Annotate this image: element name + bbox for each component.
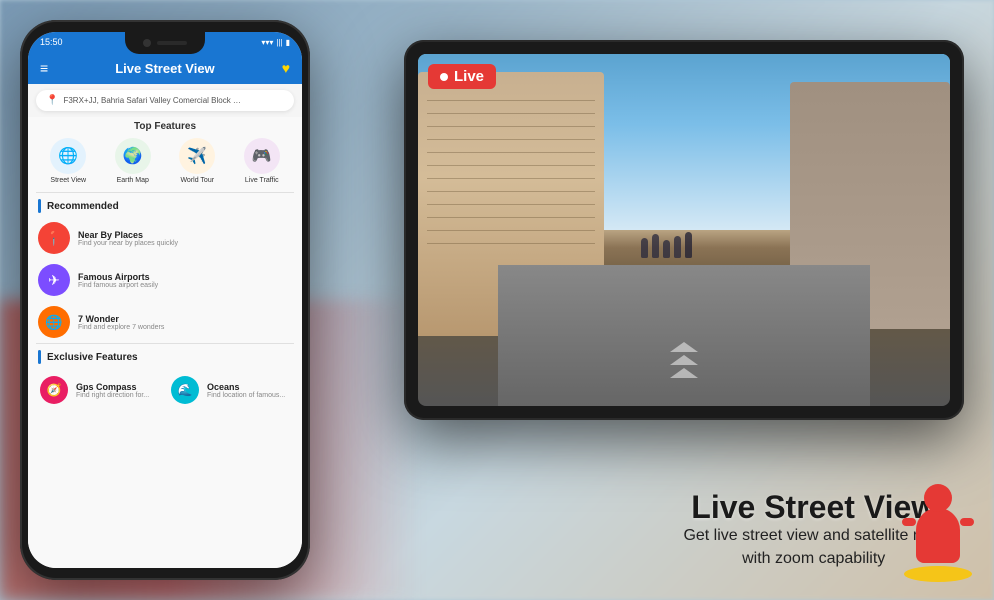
tablet-frame: Live [404,40,964,420]
top-features-label: Top Features [28,117,302,138]
section-bar-recommended [38,199,41,213]
phone-speaker [157,41,187,45]
section-bar-exclusive [38,350,41,364]
tablet-device: Live [404,40,964,420]
oceans-subtitle: Find location of famous... [207,392,285,399]
chevron-1 [670,342,698,352]
person-4 [674,236,681,258]
feature-street-view[interactable]: 🌐 Street View [50,138,86,184]
list-item-airports[interactable]: ✈ Famous Airports Find famous airport ea… [28,259,302,301]
avatar-arm-left [902,518,916,526]
app-header: ≡ Live Street View ♥ [28,52,302,84]
person-5 [685,232,692,258]
feature-world-tour[interactable]: ✈️ World Tour [179,138,215,184]
status-icons: ▾▾▾ ||| ▮ [261,38,290,47]
person-3 [663,240,670,258]
nearby-text: Near By Places Find your near by places … [78,230,178,247]
signal-icon: ||| [276,38,282,47]
location-text: F3RX+JJ, Bahria Safari Valley Comercial … [63,96,243,105]
feature-live-traffic[interactable]: 🎮 Live Traffic [244,138,280,184]
tablet-screen: Live [418,54,950,406]
oceans-title: Oceans [207,382,285,392]
world-tour-icon: ✈️ [179,138,215,174]
airports-text: Famous Airports Find famous airport easi… [78,272,158,289]
recommended-label: Recommended [47,201,119,212]
airports-icon: ✈ [38,264,70,296]
road [498,265,870,406]
person-1 [641,238,648,258]
airports-subtitle: Find famous airport easily [78,282,158,289]
recommended-heading: Recommended [28,193,302,217]
compass-subtitle: Find right direction for... [76,392,149,399]
exclusive-grid: 🧭 Gps Compass Find right direction for..… [28,368,302,412]
person-2 [652,234,659,258]
live-badge: Live [428,64,496,89]
menu-icon[interactable]: ≡ [40,60,48,76]
location-bar[interactable]: 📍 F3RX+JJ, Bahria Safari Valley Comercia… [36,90,294,111]
nearby-title: Near By Places [78,230,178,240]
phone-device: 15:50 ▾▾▾ ||| ▮ ≡ Live Street View ♥ 📍 F… [20,20,310,580]
avatar-head [924,484,952,512]
earth-map-icon: 🌍 [115,138,151,174]
avatar-arm-right [960,518,974,526]
app-header-title: Live Street View [115,61,214,76]
earth-map-label: Earth Map [117,177,149,184]
wonder-title: 7 Wonder [78,314,164,324]
phone-screen: 15:50 ▾▾▾ ||| ▮ ≡ Live Street View ♥ 📍 F… [28,32,302,568]
exclusive-heading: Exclusive Features [28,344,302,368]
avatar-body [916,508,960,563]
live-traffic-label: Live Traffic [245,177,279,184]
list-item-oceans[interactable]: 🌊 Oceans Find location of famous... [167,372,294,408]
live-traffic-icon: 🎮 [244,138,280,174]
people-group [641,232,692,258]
chevron-2 [670,355,698,365]
oceans-icon: 🌊 [171,376,199,404]
features-grid: 🌐 Street View 🌍 Earth Map ✈️ World Tour … [28,138,302,192]
list-item-wonder[interactable]: 🌐 7 Wonder Find and explore 7 wonders [28,301,302,343]
wonder-icon: 🌐 [38,306,70,338]
list-item-compass[interactable]: 🧭 Gps Compass Find right direction for..… [36,372,163,408]
live-text: Live [454,68,484,85]
chevron-3 [670,368,698,378]
battery-icon: ▮ [286,38,290,47]
avatar-figure [904,484,972,582]
live-dot-icon [440,73,448,81]
favorite-icon[interactable]: ♥ [282,60,290,76]
oceans-text: Oceans Find location of famous... [207,382,285,399]
compass-text: Gps Compass Find right direction for... [76,382,149,399]
wifi-icon: ▾▾▾ [261,38,273,47]
world-tour-label: World Tour [180,177,214,184]
wonder-subtitle: Find and explore 7 wonders [78,324,164,331]
status-time: 15:50 [40,37,63,47]
app-body: Top Features 🌐 Street View 🌍 Earth Map ✈… [28,117,302,568]
exclusive-label: Exclusive Features [47,352,138,363]
nearby-subtitle: Find your near by places quickly [78,240,178,247]
location-pin-icon: 📍 [46,95,58,106]
phone-frame: 15:50 ▾▾▾ ||| ▮ ≡ Live Street View ♥ 📍 F… [20,20,310,580]
nearby-icon: 📍 [38,222,70,254]
avatar-base [904,566,972,582]
street-scene: Live [418,54,950,406]
compass-icon: 🧭 [40,376,68,404]
phone-notch [125,32,205,54]
wonder-text: 7 Wonder Find and explore 7 wonders [78,314,164,331]
list-item-nearby[interactable]: 📍 Near By Places Find your near by place… [28,217,302,259]
compass-title: Gps Compass [76,382,149,392]
street-view-label: Street View [50,177,86,184]
feature-earth-map[interactable]: 🌍 Earth Map [115,138,151,184]
street-view-icon: 🌐 [50,138,86,174]
airports-title: Famous Airports [78,272,158,282]
road-arrows [670,342,698,378]
phone-camera [143,39,151,47]
